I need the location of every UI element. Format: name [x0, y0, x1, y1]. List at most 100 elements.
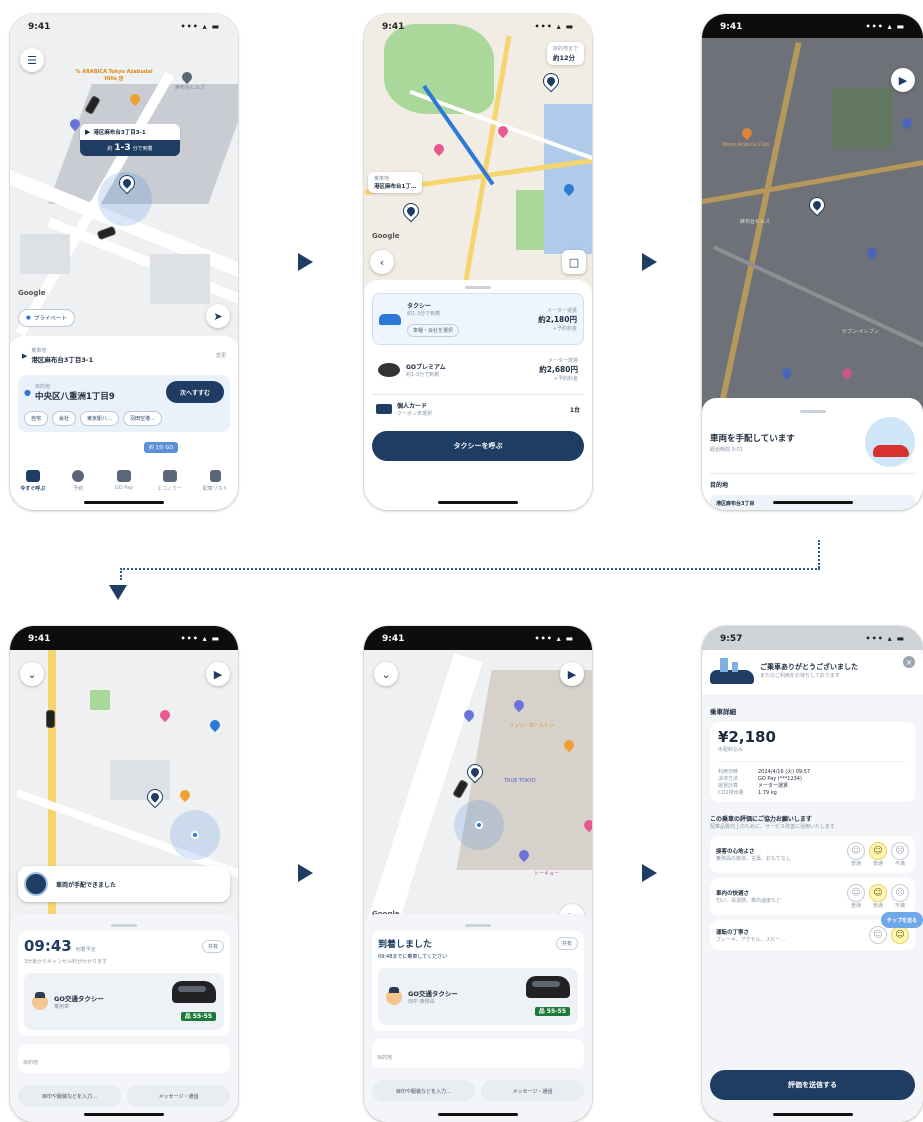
privacy-chip[interactable]: ● プライベート — [18, 309, 75, 327]
status-icons: ••• ▴ ▬ — [534, 22, 574, 31]
map-park — [90, 690, 110, 710]
credit-card-icon — [376, 404, 392, 414]
sheet-handle[interactable] — [111, 924, 137, 927]
tab-history[interactable]: 配車リスト — [195, 470, 235, 492]
call-taxi-button[interactable]: タクシーを呼ぶ — [372, 431, 584, 461]
shortcut-home[interactable]: 自宅 — [24, 411, 49, 426]
face-neutral-icon[interactable]: ☺ — [869, 926, 887, 944]
face-selected-icon[interactable]: ☺ — [869, 842, 887, 860]
share-button[interactable]: 共有 — [201, 939, 224, 953]
tab-label: 配車リスト — [202, 486, 228, 492]
share-button[interactable]: 共有 — [555, 937, 578, 950]
map[interactable]: リッツ・カールトン TRUE TOKYO トーキョー Google ⌄ ▶ ➤ — [364, 650, 592, 950]
status-bar: 9:41 ••• ▴ ▬ — [10, 626, 238, 650]
payment-row[interactable]: 個人カード クーポン未選択 1台 — [372, 394, 584, 423]
phone-arrived: 9:41 ••• ▴ ▬ リッツ・カールトン TRUE TOKYO トーキョー … — [364, 626, 592, 1122]
rating-desc: 乗務員の挨拶、言葉、おもてなし — [716, 856, 791, 862]
map-road — [364, 653, 483, 950]
map[interactable]: Tokyo Arabica Club 麻布台ヒルズ セブン-イレブン ▶ — [702, 38, 923, 438]
vehicle-switch-button[interactable]: ▶ — [891, 68, 915, 92]
shortcut-airport[interactable]: 羽田空港… — [123, 411, 163, 426]
pickup-row[interactable]: ▶ 乗車地 港区麻布台3丁目3-1 変更 — [18, 344, 230, 367]
clipboard-icon — [209, 470, 221, 482]
pickup-marker[interactable]: 乗車地 港区麻布台1丁… — [368, 172, 423, 193]
poi-icon — [899, 115, 915, 131]
vehicle-count[interactable]: 1台 — [570, 405, 580, 414]
sheet-handle[interactable] — [465, 924, 491, 927]
menu-button[interactable]: ☰ — [20, 48, 44, 72]
poi-icon — [864, 245, 880, 261]
collapse-button[interactable]: ⌄ — [374, 662, 398, 686]
vehicle-switch-button[interactable]: ▶ — [206, 662, 230, 686]
map-logo: Google — [372, 232, 400, 240]
status-bar: 9:57 ••• ▴ ▬ — [702, 626, 923, 650]
destination-label: 目的地 — [34, 383, 50, 390]
face-neutral-icon[interactable]: ☺ — [847, 884, 865, 902]
submit-rating-button[interactable]: 評価を送信する — [710, 1070, 915, 1100]
rating-card: 運転の丁寧さ ブレーキ、アクセル、スピー… ☺ ☺ チップを送る — [710, 912, 923, 950]
memo-input[interactable]: 目印や服装などを入力… — [18, 1085, 121, 1107]
collapse-button[interactable]: ⌄ — [20, 662, 44, 686]
tab-ride-now[interactable]: 今すぐ呼ぶ — [13, 470, 53, 492]
detail-row: CO2排出量 1.79 kg — [718, 789, 907, 797]
rating-heading: この乗車の評価にご協力お願いします — [710, 816, 812, 823]
flow-arrow-right — [642, 864, 657, 882]
destination-label: 目的地 — [23, 1060, 39, 1066]
lock-icon: ● — [26, 315, 31, 321]
tab-reserve[interactable]: 予約 — [58, 470, 98, 492]
back-button[interactable]: ‹ — [370, 250, 394, 274]
map-park — [832, 88, 892, 148]
map[interactable]: % ARABICA Tokyo Azabudai Hills 店 麻布台ヒルズ … — [10, 14, 238, 344]
vehicle-type-selector[interactable]: 車種・会社を選択 — [407, 324, 460, 337]
message-button[interactable]: メッセージ・通話 — [127, 1085, 230, 1107]
shortcut-office[interactable]: 会社 — [52, 411, 77, 426]
memo-input[interactable]: 目印や服装などを入力… — [372, 1080, 475, 1102]
pickup-marker-label: 港区麻布台3丁目3-1 — [93, 130, 146, 136]
tab-label: 今すぐ呼ぶ — [20, 486, 46, 492]
arrived-title: 到着しました — [378, 940, 433, 950]
destination-field[interactable]: 目的地 — [18, 1044, 230, 1073]
vehicle-option-taxi[interactable]: タクシー 約1-3分で到着 車種・会社を選択 メーター運賃 約2,180円 +予… — [372, 293, 584, 345]
tab-economy[interactable]: エコノミー — [150, 470, 190, 492]
message-button[interactable]: メッセージ・通話 — [481, 1080, 584, 1102]
face-unhappy-icon[interactable]: ☹ — [891, 842, 909, 860]
rating-title: 接客の心地よさ — [716, 849, 755, 855]
cancel-note: 3分後からキャンセル料がかかります — [24, 959, 108, 965]
face-selected-icon[interactable]: ☺ — [869, 884, 887, 902]
face-neutral-icon[interactable]: ☺ — [847, 842, 865, 860]
detail-row: 運賃計算 メーター運賃 — [718, 782, 907, 789]
eta-label: 目的地まで — [552, 46, 578, 52]
eta-chip: 目的地まで 約12分 — [546, 42, 584, 65]
map[interactable]: 目的地まで 約12分 乗車地 港区麻布台1丁… Google ‹ □ — [364, 14, 592, 296]
vehicle-switch-button[interactable]: ▶ — [560, 662, 584, 686]
eta-badge: 約 1-3 分で到着 — [80, 140, 180, 156]
poi-icon — [179, 69, 195, 85]
pickup-callout[interactable]: ▶ 港区麻布台3丁目3-1 約 1-3 分で到着 — [80, 124, 180, 156]
close-icon[interactable]: × — [903, 656, 915, 668]
sheet-handle[interactable] — [799, 410, 826, 413]
tip-button[interactable]: チップを送る — [880, 912, 923, 928]
destination-card[interactable]: ● 目的地 中央区八重洲1丁目9 次へすすむ 自宅 会社 東京駅八… 羽田空港… — [18, 375, 230, 432]
sheet-handle[interactable] — [465, 286, 491, 289]
face-label: 普通 — [872, 861, 883, 867]
face-selected-icon[interactable]: ☺ — [891, 926, 909, 944]
face-unhappy-icon[interactable]: ☹ — [891, 884, 909, 902]
next-button[interactable]: 次へすすむ — [166, 381, 224, 403]
destination-field[interactable]: 目的地 — [372, 1039, 584, 1068]
rating-title: 運転の丁寧さ — [716, 929, 750, 936]
status-icons: ••• ▴ ▬ — [865, 634, 905, 643]
detail-label: CO2排出量 — [718, 790, 744, 796]
pickup-edit-link[interactable]: 変更 — [216, 352, 226, 359]
expand-map-button[interactable]: □ — [562, 250, 586, 274]
flow-arrow-right — [642, 253, 657, 271]
status-time: 9:41 — [382, 634, 405, 644]
taxi-company: GO交通タクシー — [408, 990, 458, 998]
flow-connector-vertical — [818, 540, 820, 568]
shortcut-station[interactable]: 東京駅八… — [80, 411, 120, 426]
vehicle-option-premium[interactable]: GOプレミアム 約1-3分で到着 メーター運賃 約2,680円 +予約料金 — [372, 351, 584, 388]
tab-bar: 今すぐ呼ぶ 予約 GO Pay エコノミー 配車リスト — [10, 470, 238, 492]
locate-button[interactable]: ➤ — [206, 304, 230, 328]
current-location-dot — [191, 831, 199, 839]
tab-gopay[interactable]: GO Pay — [104, 470, 144, 492]
face-label: 不満 — [894, 903, 905, 909]
